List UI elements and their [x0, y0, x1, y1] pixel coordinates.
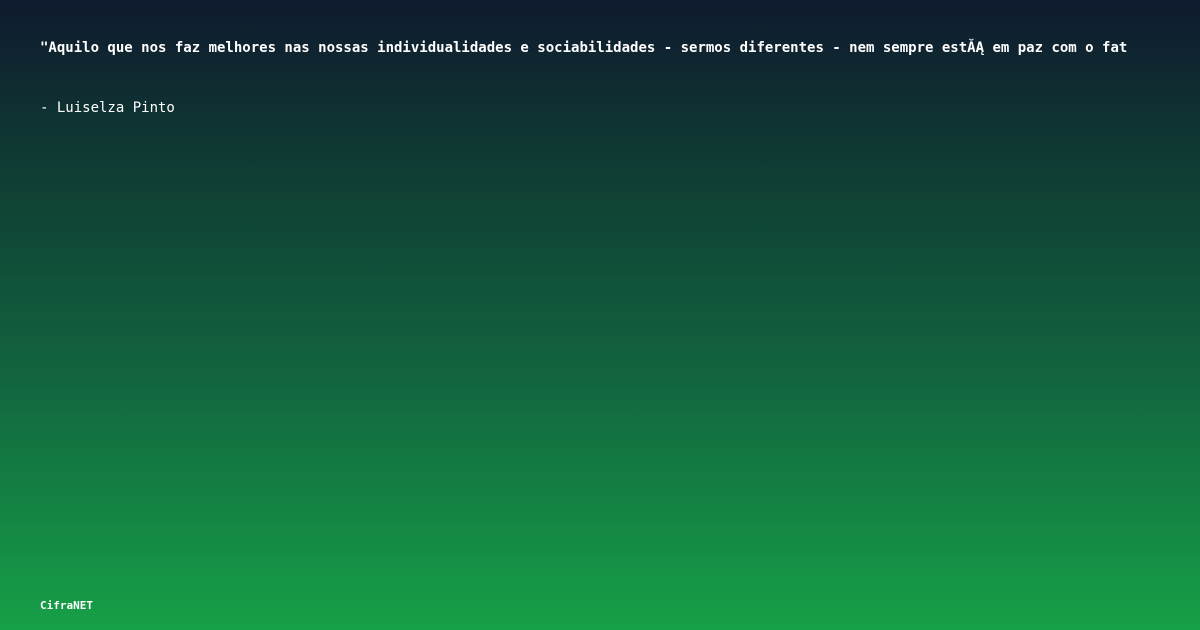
quote-author: - Luiselza Pinto [40, 100, 175, 116]
quote-text: "Aquilo que nos faz melhores nas nossas … [40, 40, 1128, 56]
quote-card: "Aquilo que nos faz melhores nas nossas … [0, 0, 1200, 630]
brand-name: CifraNET [40, 599, 93, 612]
